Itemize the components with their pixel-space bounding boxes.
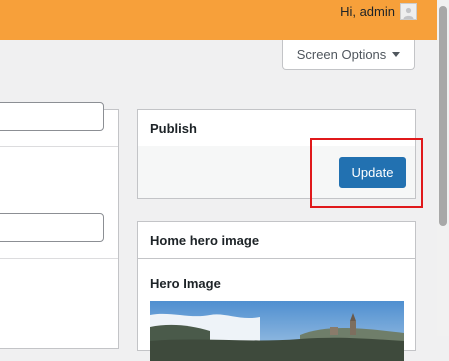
avatar[interactable] xyxy=(400,3,417,20)
home-hero-image-box: Home hero image Hero Image xyxy=(137,221,416,361)
hero-box-title: Home hero image xyxy=(138,222,415,259)
hero-image-preview[interactable] xyxy=(150,301,404,361)
hero-photo xyxy=(150,301,404,361)
page-scrollbar[interactable] xyxy=(437,0,449,336)
text-field[interactable] xyxy=(0,102,104,131)
caret-down-icon xyxy=(392,52,401,57)
user-menu[interactable]: Hi, admin xyxy=(340,0,417,23)
hero-image-label: Hero Image xyxy=(150,276,221,291)
scroll-thumb[interactable] xyxy=(439,6,447,226)
divider xyxy=(0,146,118,147)
screen-options-label: Screen Options xyxy=(296,47,387,62)
greeting-text[interactable]: Hi, admin xyxy=(340,4,395,19)
screen-options-button[interactable]: Screen Options xyxy=(282,40,415,70)
divider xyxy=(0,258,118,259)
text-field[interactable] xyxy=(0,213,104,242)
highlight-box xyxy=(310,138,423,208)
admin-bar: Hi, admin xyxy=(0,0,437,40)
user-icon xyxy=(403,7,414,19)
